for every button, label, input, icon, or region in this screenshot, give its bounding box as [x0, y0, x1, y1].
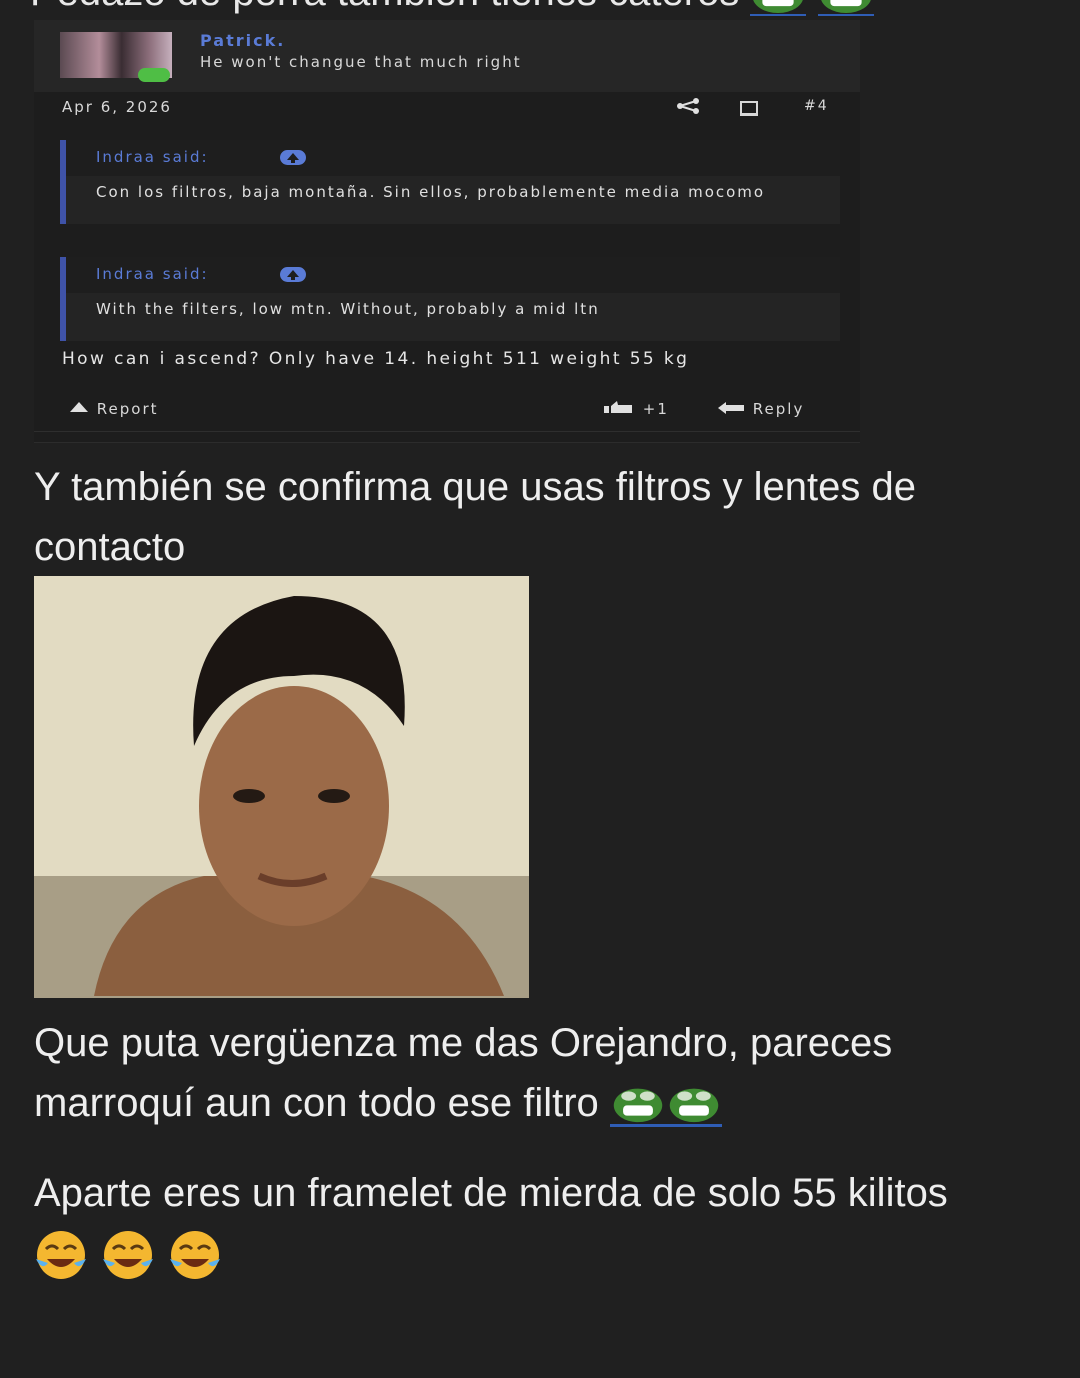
report-icon [70, 402, 88, 412]
post-actions: Report +1 Reply [34, 400, 860, 428]
reply-icon [718, 402, 744, 414]
pepe-laugh-icon [817, 0, 874, 16]
quote-block: Indraa said: With the filters, low mtn. … [60, 257, 840, 341]
crying-laugh-emoji [103, 1231, 154, 1280]
share-icon [676, 98, 702, 118]
user-reply-preview: Patrick. He won't changue that much righ… [34, 20, 860, 92]
crying-laugh-emoji [170, 1231, 221, 1280]
user-message: He won't changue that much right [200, 53, 522, 71]
post-number: #4 [804, 98, 829, 114]
reply-label: Reply [752, 400, 805, 418]
report-label: Report [96, 400, 159, 418]
embedded-forum-screenshot: Patrick. He won't changue that much righ… [34, 20, 860, 443]
pepe-laugh-icon [609, 1083, 666, 1128]
message-line: Y también se confirma que usas filtros y… [34, 465, 916, 569]
report-button: Report [68, 400, 159, 418]
post-body: How can i ascend? Only have 14. height 5… [62, 349, 690, 369]
quote-text: With the filters, low mtn. Without, prob… [96, 300, 600, 318]
post-date: Apr 6, 2026 [62, 98, 172, 116]
previous-message-text: Pedazo de perra también tienes cateros [30, 0, 739, 14]
quote-block: Indraa said: Con los filtros, baja monta… [60, 140, 840, 224]
reply-button: Reply [718, 400, 804, 418]
quote-arrow-icon [280, 267, 306, 282]
message-line: Que puta vergüenza me das Orejandro, par… [34, 1013, 1034, 1133]
message-text: Que puta vergüenza me das Orejandro, par… [34, 1021, 893, 1125]
crying-laugh-emoji [36, 1231, 86, 1280]
like-icon [604, 401, 632, 413]
avatar [60, 32, 172, 82]
quote-arrow-icon [280, 150, 306, 165]
message-line: Aparte eres un framelet de mierda de sol… [34, 1163, 1034, 1283]
like-count: +1 [642, 400, 669, 418]
divider [34, 431, 860, 432]
like-button: +1 [604, 400, 669, 418]
emoji-row [34, 1223, 224, 1283]
post-meta: Apr 6, 2026 #4 [34, 98, 860, 126]
attached-photo[interactable] [34, 576, 529, 998]
message-text: Aparte eres un framelet de mierda de sol… [34, 1171, 948, 1215]
online-status-icon [138, 68, 170, 82]
pepe-laugh-icon [750, 0, 807, 16]
previous-message-partial: Pedazo de perra también tienes cateros [0, 0, 1080, 16]
quote-text: Con los filtros, baja montaña. Sin ellos… [96, 183, 766, 201]
bookmark-icon [740, 101, 758, 116]
quote-author: Indraa said: [96, 148, 209, 166]
pepe-laugh-icon [665, 1083, 722, 1128]
quote-author: Indraa said: [96, 265, 209, 283]
username: Patrick. [200, 31, 286, 50]
